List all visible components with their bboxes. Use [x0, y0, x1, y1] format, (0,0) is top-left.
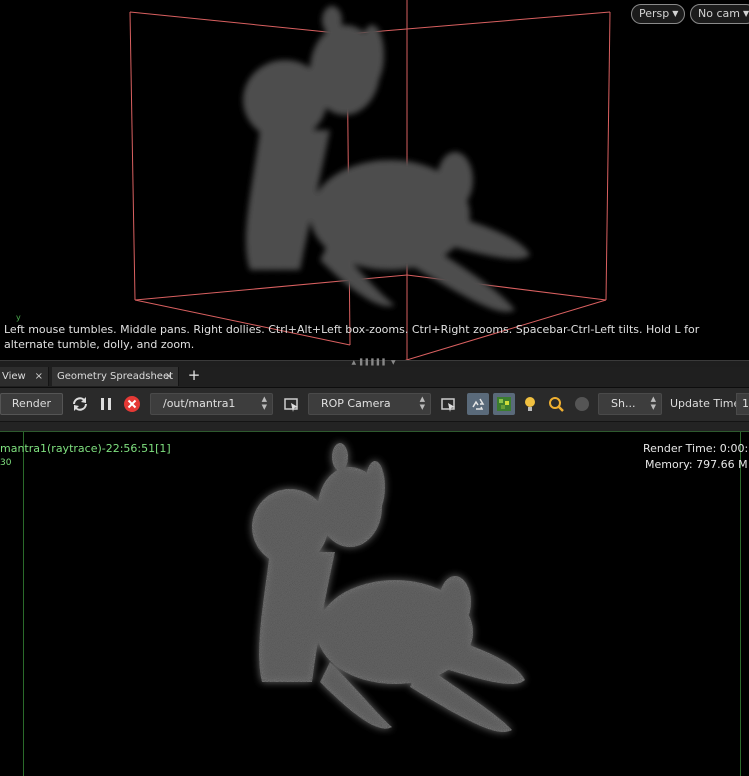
tab-view[interactable]: View ×	[0, 367, 49, 386]
stop-render-icon[interactable]	[121, 393, 143, 415]
scene-viewport[interactable]: Persp ▼ No cam ▼ y Left mouse tumbles. Mid…	[0, 0, 749, 362]
axis-indicator: y	[16, 313, 21, 322]
camera-select[interactable]: ROP Camera ▲ ▼	[308, 393, 431, 415]
rop-path-select[interactable]: /out/mantra1 ▲ ▼	[150, 393, 273, 415]
splitter-grip-icon[interactable]: ▲ ▌▌▌▌▌ ▼	[334, 360, 414, 366]
rendered-dog-model	[252, 443, 525, 733]
select-camera-icon[interactable]	[438, 393, 460, 415]
updown-arrows-icon: ▲ ▼	[419, 395, 425, 411]
close-icon[interactable]: ×	[165, 367, 173, 386]
camera-value: ROP Camera	[321, 397, 391, 410]
persp-menu-button[interactable]: Persp ▼	[631, 4, 686, 24]
tab-geometry-spreadsheet[interactable]: Geometry Spreadsheet ×	[52, 367, 179, 386]
select-rop-icon[interactable]	[281, 393, 303, 415]
dog-model	[243, 6, 530, 312]
crop-guide-right	[740, 432, 741, 776]
rop-path-value: /out/mantra1	[163, 397, 236, 410]
pane-tab-bar: View × Geometry Spreadsheet × +	[0, 367, 749, 388]
render-button[interactable]: Render	[0, 393, 63, 415]
render-time-readout: Render Time: 0:00:0	[643, 442, 749, 455]
close-icon[interactable]: ×	[35, 367, 43, 386]
chevron-down-icon: ▼	[742, 9, 749, 18]
memory-readout: Memory: 797.66 M	[645, 458, 748, 471]
viewport-hint-text: Left mouse tumbles. Middle pans. Right d…	[4, 323, 700, 351]
preview-pattern-icon[interactable]	[493, 393, 515, 415]
rendered-image	[252, 443, 525, 733]
disabled-circle-icon[interactable]	[571, 393, 593, 415]
update-time-input[interactable]: 1	[736, 393, 749, 415]
persp-label: Persp	[639, 7, 670, 20]
render-image-label: mantra1(raytrace)-22:56:51[1]	[0, 442, 171, 455]
crop-guide-left	[23, 432, 24, 776]
pause-icon[interactable]	[95, 393, 117, 415]
chevron-down-icon: ▼	[672, 9, 679, 18]
render-toolbar: Render /out/mantra1 ▲ ▼ ROP Camera ▲ ▼ S…	[0, 388, 749, 422]
add-tab-icon[interactable]: +	[187, 367, 201, 386]
tab-label: View	[2, 371, 26, 382]
camera-label: No cam	[698, 7, 740, 20]
shading-value: Sh...	[611, 397, 636, 410]
updown-arrows-icon: ▲ ▼	[650, 395, 656, 411]
render-frame-label: 30	[0, 458, 12, 468]
viewport-scene	[129, 0, 611, 362]
toolbar-divider	[0, 422, 749, 432]
recycle-icon[interactable]	[467, 393, 489, 415]
render-view[interactable]: mantra1(raytrace)-22:56:51[1] 30 Render …	[0, 432, 749, 776]
refresh-icon[interactable]	[69, 393, 91, 415]
tab-label: Geometry Spreadsheet	[57, 371, 174, 382]
camera-menu-button[interactable]: No cam ▼	[690, 4, 749, 24]
lightbulb-icon[interactable]	[519, 393, 541, 415]
update-time-label: Update Time	[670, 397, 741, 410]
zoom-region-icon[interactable]	[545, 393, 567, 415]
shading-select[interactable]: Sh... ▲ ▼	[598, 393, 662, 415]
updown-arrows-icon: ▲ ▼	[261, 395, 267, 411]
